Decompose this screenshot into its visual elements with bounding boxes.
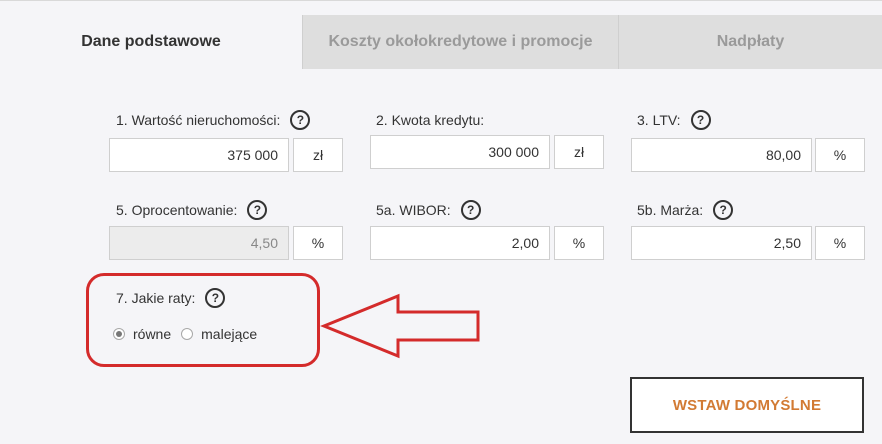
loan-amount-unit: zł	[554, 135, 604, 169]
highlight-annotation-box	[86, 273, 320, 367]
loan-amount-label: 2. Kwota kredytu:	[376, 110, 484, 130]
ltv-label-text: 3. LTV:	[637, 112, 681, 128]
tab-overpayments[interactable]: Nadpłaty	[618, 15, 882, 69]
margin-label: 5b. Marża: ?	[637, 200, 734, 220]
wibor-input[interactable]: 2,00	[370, 226, 550, 260]
wibor-unit: %	[554, 226, 604, 260]
help-icon[interactable]: ?	[247, 200, 268, 220]
property-value-input[interactable]: 375 000	[109, 138, 289, 172]
help-icon[interactable]: ?	[713, 200, 734, 220]
property-value-unit: zł	[293, 138, 343, 172]
ltv-unit: %	[815, 138, 865, 172]
margin-input[interactable]: 2,50	[631, 226, 812, 260]
tab-costs-promotions[interactable]: Koszty okołokredytowe i promocje	[302, 15, 618, 69]
interest-rate-label: 5. Oprocentowanie: ?	[116, 200, 268, 220]
help-icon[interactable]: ?	[690, 110, 711, 130]
wibor-label: 5a. WIBOR: ?	[376, 200, 481, 220]
loan-amount-label-text: 2. Kwota kredytu:	[376, 112, 485, 128]
tab-bar: Dane podstawowe Koszty okołokredytowe i …	[0, 0, 882, 69]
property-value-label: 1. Wartość nieruchomości: ?	[116, 110, 311, 130]
help-icon[interactable]: ?	[460, 200, 481, 220]
ltv-input[interactable]: 80,00	[631, 138, 812, 172]
arrow-left-icon	[320, 293, 480, 359]
interest-rate-input: 4,50	[109, 226, 289, 260]
tab-basic-data[interactable]: Dane podstawowe	[0, 15, 302, 69]
ltv-label: 3. LTV: ?	[637, 110, 711, 130]
loan-amount-input[interactable]: 300 000	[370, 135, 550, 169]
interest-rate-label-text: 5. Oprocentowanie:	[116, 202, 238, 218]
margin-unit: %	[815, 226, 865, 260]
insert-defaults-button[interactable]: WSTAW DOMYŚLNE	[630, 377, 864, 433]
wibor-label-text: 5a. WIBOR:	[376, 202, 451, 218]
margin-label-text: 5b. Marża:	[637, 202, 704, 218]
interest-rate-unit: %	[293, 226, 343, 260]
property-value-label-text: 1. Wartość nieruchomości:	[116, 112, 281, 128]
help-icon[interactable]: ?	[290, 110, 311, 130]
